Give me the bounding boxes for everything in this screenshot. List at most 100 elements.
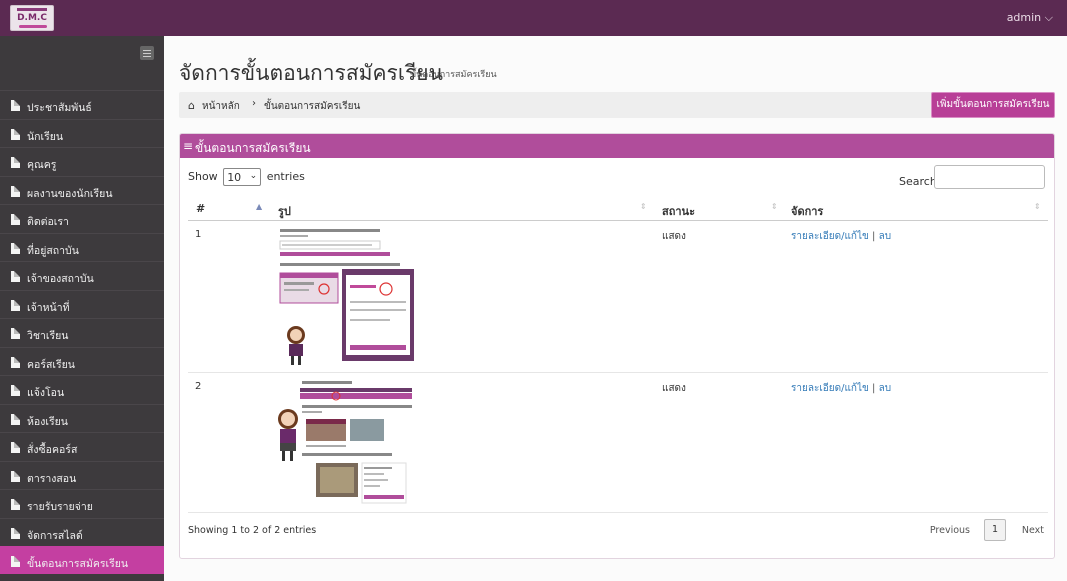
user-menu[interactable]: admin ⌵ <box>1007 11 1053 25</box>
row-status: แสดง <box>662 231 686 242</box>
column-status[interactable]: สถานะ <box>662 202 695 220</box>
page-size-control: Show 10 ⌄ entries <box>188 168 305 186</box>
chevron-down-icon: ⌄ <box>249 171 258 181</box>
sidebar-item-label: ที่อยู่สถาบัน <box>27 245 79 257</box>
sidebar-item[interactable]: ห้องเรียน <box>0 404 164 432</box>
sidebar-item-label: จัดการสไลด์ <box>27 530 83 542</box>
steps-panel: ≡ ขั้นตอนการสมัครเรียน Show 10 ⌄ entries… <box>179 133 1055 559</box>
sidebar-item[interactable]: เจ้าของสถาบัน <box>0 261 164 289</box>
column-actions[interactable]: จัดการ <box>791 202 823 220</box>
next-button[interactable]: Next <box>1022 525 1044 536</box>
sidebar-item-label: ขั้นตอนการสมัครเรียน <box>27 558 129 570</box>
sidebar-item[interactable]: ที่อยู่สถาบัน <box>0 233 164 261</box>
sidebar-item[interactable]: คุณครู <box>0 147 164 175</box>
sort-asc-icon[interactable]: ▲ <box>256 202 262 211</box>
sidebar-item[interactable]: ประชาสัมพันธ์ <box>0 90 164 118</box>
document-icon <box>11 300 20 311</box>
document-icon <box>11 328 20 339</box>
page-size-value: 10 <box>227 171 242 184</box>
column-number[interactable]: # <box>196 202 205 215</box>
edit-link[interactable]: รายละเอียด/แก้ไข <box>791 383 869 394</box>
document-icon <box>11 100 20 111</box>
sidebar-item[interactable]: ตารางสอน <box>0 461 164 489</box>
row-status: แสดง <box>662 383 686 394</box>
document-icon <box>11 214 20 225</box>
previous-button[interactable]: Previous <box>930 525 970 536</box>
table-row: 1 แสดง รายละเอียด/แก้ไข | ลบ <box>188 221 1048 373</box>
menu-toggle-icon[interactable] <box>140 46 154 60</box>
breadcrumb-current: ขั้นตอนการสมัครเรียน <box>264 101 361 112</box>
sidebar-item[interactable]: วิชาเรียน <box>0 318 164 346</box>
entries-label: entries <box>266 170 305 183</box>
sidebar-item-label: แจ้งโอน <box>27 387 65 399</box>
add-step-button[interactable]: เพิ่มขั้นตอนการสมัครเรียน <box>931 92 1055 118</box>
search-input[interactable] <box>934 165 1045 189</box>
delete-link[interactable]: ลบ <box>879 231 891 242</box>
sidebar-item-label: เจ้าหน้าที่ <box>27 302 70 314</box>
show-label: Show <box>188 170 218 183</box>
column-image[interactable]: รูป <box>278 202 291 220</box>
sidebar-item-label: ติดต่อเรา <box>27 216 69 228</box>
page-size-select[interactable]: 10 ⌄ <box>223 168 262 186</box>
sidebar-item-label: ผลงานของนักเรียน <box>27 188 113 200</box>
sidebar-item-label: รายรับรายจ่าย <box>27 501 93 513</box>
sidebar-item[interactable]: นักเรียน <box>0 119 164 147</box>
row-number: 2 <box>195 381 202 392</box>
sidebar-item-label: คอร์สเรียน <box>27 359 75 371</box>
sort-icon[interactable]: ⇕ <box>1034 202 1041 211</box>
sort-icon[interactable]: ⇕ <box>640 202 647 211</box>
top-navbar: D.M.C admin ⌵ <box>0 0 1067 36</box>
sidebar-item-label: ประชาสัมพันธ์ <box>27 102 92 114</box>
sidebar-item[interactable]: เจ้าหน้าที่ <box>0 290 164 318</box>
document-icon <box>11 157 20 168</box>
page-1-button[interactable]: 1 <box>984 519 1006 541</box>
document-icon <box>11 243 20 254</box>
sidebar-item-label: ตารางสอน <box>27 473 77 485</box>
document-icon <box>11 471 20 482</box>
sidebar-item-label: นักเรียน <box>27 131 64 143</box>
action-separator: | <box>872 231 876 242</box>
sidebar-item-label: วิชาเรียน <box>27 330 69 342</box>
breadcrumb: ⌂ หน้าหลัก › ขั้นตอนการสมัครเรียน <box>179 92 997 118</box>
page-subtitle: ขั้นตอนการสมัครเรียน <box>410 70 497 80</box>
step-image <box>276 379 418 509</box>
action-separator: | <box>872 383 876 394</box>
list-icon: ≡ <box>183 139 194 153</box>
document-icon <box>11 357 20 368</box>
edit-link[interactable]: รายละเอียด/แก้ไข <box>791 231 869 242</box>
sidebar-item[interactable]: ติดต่อเรา <box>0 204 164 232</box>
sidebar-item[interactable]: จัดการสไลด์ <box>0 518 164 546</box>
sidebar-item-label: ห้องเรียน <box>27 416 68 428</box>
home-icon[interactable]: ⌂ <box>188 99 195 112</box>
sidebar-item[interactable]: แจ้งโอน <box>0 375 164 403</box>
sidebar: ประชาสัมพันธ์นักเรียนคุณครูผลงานของนักเร… <box>0 36 164 581</box>
document-icon <box>11 385 20 396</box>
document-icon <box>11 442 20 453</box>
sidebar-item-label: สั่งซื้อคอร์ส <box>27 444 78 456</box>
document-icon <box>11 271 20 282</box>
sidebar-item-label: เจ้าของสถาบัน <box>27 273 94 285</box>
main-content: จัดการ ขั้นตอนการสมัครเรียน ขั้นตอนการสมั… <box>164 36 1067 581</box>
table-header: # ▲ รูป ⇕ สถานะ ⇕ จัดการ ⇕ <box>188 196 1048 221</box>
pagination: Previous 1 Next <box>904 517 1044 541</box>
row-actions: รายละเอียด/แก้ไข | ลบ <box>791 229 891 244</box>
dmc-logo[interactable]: D.M.C <box>10 5 54 31</box>
table-row: 2 แสดง รายละเอียด/แก้ไข | ลบ <box>188 373 1048 513</box>
panel-header: ≡ ขั้นตอนการสมัครเรียน <box>180 134 1054 158</box>
document-icon <box>11 556 20 567</box>
sidebar-item[interactable]: รายรับรายจ่าย <box>0 489 164 517</box>
logo-text: D.M.C <box>17 13 47 23</box>
document-icon <box>11 186 20 197</box>
table-info: Showing 1 to 2 of 2 entries <box>188 525 317 536</box>
document-icon <box>11 499 20 510</box>
sidebar-item-label: คุณครู <box>27 159 57 171</box>
breadcrumb-home[interactable]: หน้าหลัก <box>202 99 240 114</box>
row-actions: รายละเอียด/แก้ไข | ลบ <box>791 381 891 396</box>
sidebar-item[interactable]: ขั้นตอนการสมัครเรียน <box>0 546 164 574</box>
sidebar-item[interactable]: ผลงานของนักเรียน <box>0 176 164 204</box>
row-number: 1 <box>195 229 202 240</box>
sidebar-item[interactable]: คอร์สเรียน <box>0 347 164 375</box>
delete-link[interactable]: ลบ <box>879 383 891 394</box>
sort-icon[interactable]: ⇕ <box>771 202 778 211</box>
sidebar-item[interactable]: สั่งซื้อคอร์ส <box>0 432 164 460</box>
